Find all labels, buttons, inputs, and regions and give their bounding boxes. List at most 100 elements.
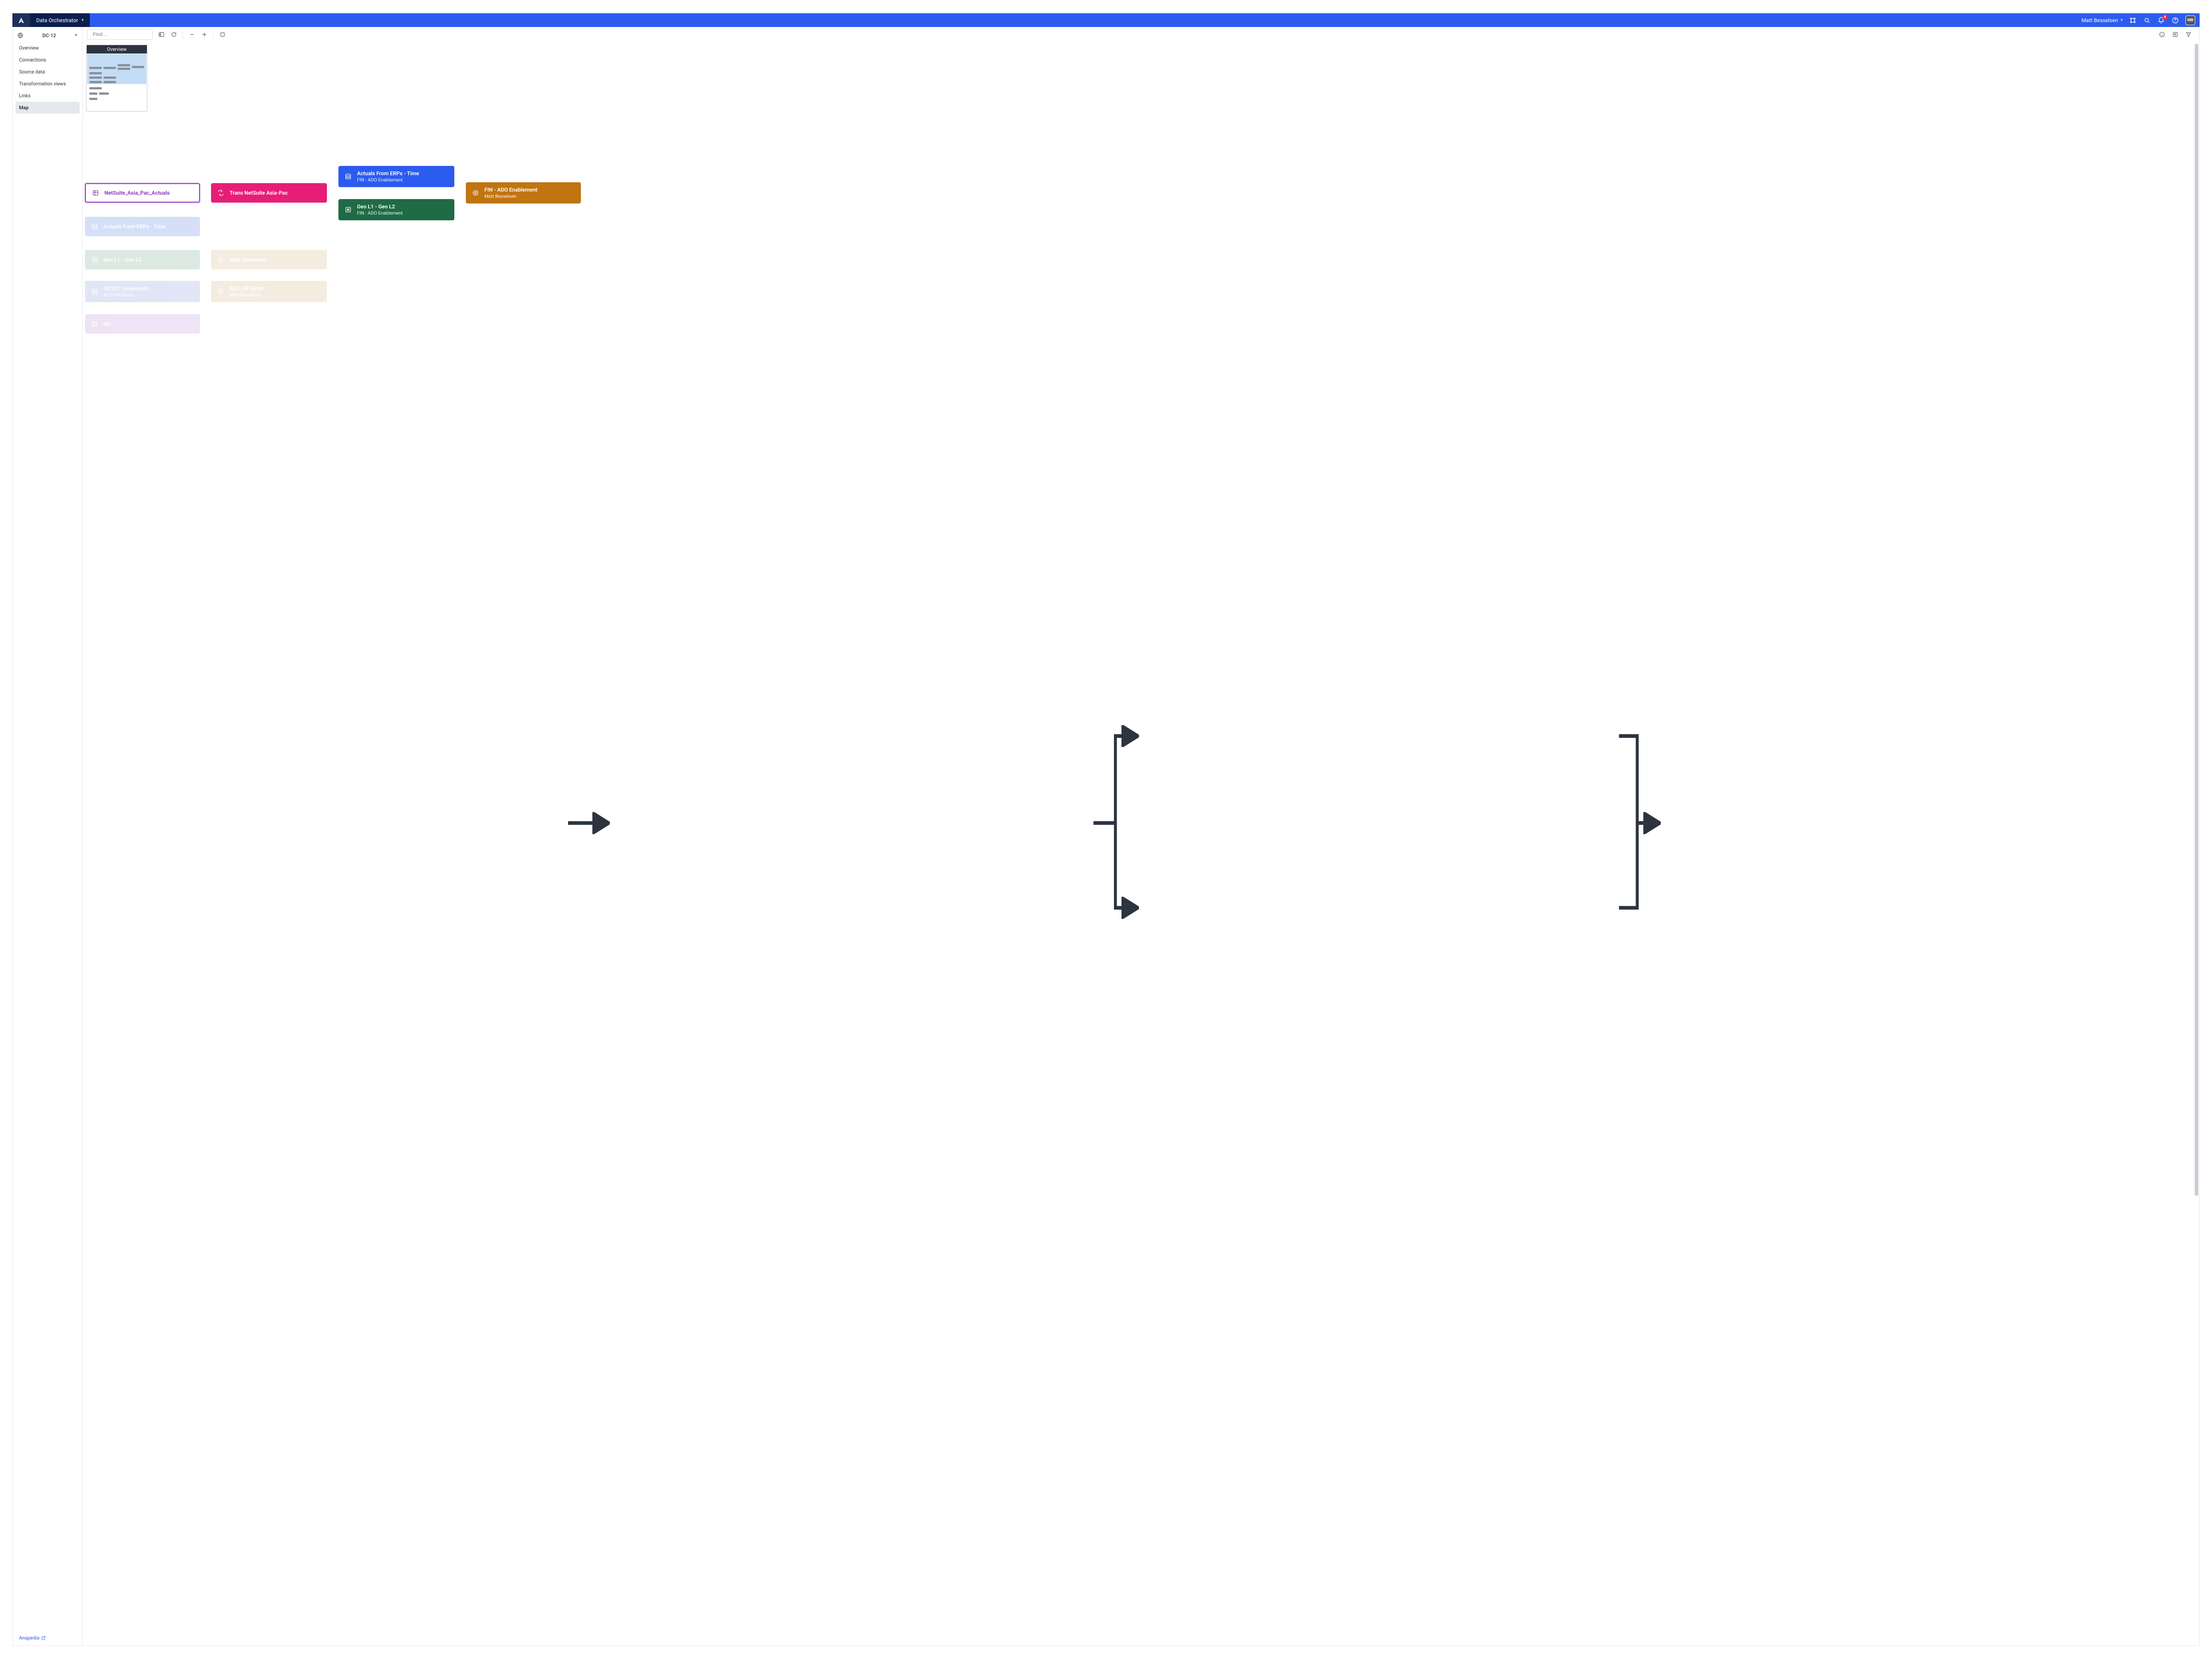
- node-title: ADO HR Model: [230, 285, 265, 292]
- sidebar-item-overview[interactable]: Overview: [15, 42, 80, 54]
- model-icon: [216, 287, 225, 296]
- notifications-button[interactable]: 4: [2157, 16, 2165, 24]
- node-source-netsuite[interactable]: NetSuite_Asia_Pac_Actuals: [85, 183, 200, 203]
- main: DC-12 ▾ Overview Connections Source data…: [12, 27, 2200, 1646]
- node-link-actuals[interactable]: Actuals From ERPs - Time FIN - ADO Enabl…: [338, 166, 454, 187]
- sidebar: DC-12 ▾ Overview Connections Source data…: [13, 27, 83, 1645]
- node-faded-user-model[interactable]: Matt Besselsen: [211, 250, 327, 269]
- logo-a-icon: [18, 17, 25, 24]
- node-subtitle: Matt Besselsen: [230, 292, 265, 298]
- model-icon: [471, 188, 480, 197]
- share-button[interactable]: [2129, 16, 2137, 24]
- zoom-out-button[interactable]: [188, 30, 196, 39]
- square-icon: [219, 31, 226, 38]
- workspace-selector[interactable]: DC-12 ▾: [15, 31, 80, 42]
- source-table-icon: [91, 188, 100, 197]
- search-icon: [2143, 17, 2151, 24]
- node-subtitle: ADO HR Model: [104, 292, 149, 298]
- sidebar-item-links[interactable]: Links: [15, 90, 80, 102]
- node-subtitle: Matt Besselsen: [484, 193, 538, 199]
- node-title: Geo L1 - Geo L2: [104, 257, 142, 263]
- legend-button[interactable]: [2171, 30, 2180, 39]
- avatar[interactable]: MB: [2185, 15, 2195, 25]
- info-button[interactable]: [2158, 30, 2166, 39]
- canvas[interactable]: Overview: [83, 42, 2199, 1645]
- toggle-minimap-button[interactable]: [157, 30, 166, 39]
- sidebar-item-label: Connections: [19, 57, 46, 63]
- minus-icon: [189, 31, 195, 38]
- help-link-label: Anapedia: [19, 1635, 39, 1641]
- refresh-button[interactable]: [169, 30, 178, 39]
- list-icon: [2172, 31, 2178, 38]
- node-title: dst: [104, 321, 111, 327]
- link-table-icon: [90, 222, 99, 231]
- refresh-icon: [171, 31, 177, 38]
- node-link-geo[interactable]: Geo L1 - Geo L2 FIN - ADO Enablement: [338, 199, 454, 220]
- node-title: FIN - ADO Enablement: [484, 187, 538, 193]
- node-title: Matt Besselsen: [230, 257, 266, 263]
- sidebar-item-connections[interactable]: Connections: [15, 54, 80, 66]
- source-table-icon: [90, 319, 99, 328]
- sidebar-item-label: Links: [19, 93, 31, 99]
- brand-logo[interactable]: [12, 13, 30, 27]
- help-icon: [2172, 17, 2179, 24]
- plus-icon: [201, 31, 207, 38]
- user-name: Matt Besselsen: [2081, 17, 2118, 23]
- user-menu[interactable]: Matt Besselsen ▾: [2081, 17, 2123, 23]
- toolbar-separator: [213, 31, 214, 38]
- filter-button[interactable]: [2184, 30, 2193, 39]
- link-table-icon: [344, 172, 353, 181]
- node-faded-headcount[interactable]: OUT01: Headcount ADO HR Model: [85, 281, 200, 302]
- link-list-icon: [90, 255, 99, 264]
- canvas-panel: ×: [83, 27, 2199, 1645]
- app-name: Data Orchestrator: [36, 17, 78, 23]
- top-bar: Data Orchestrator ▾ Matt Besselsen ▾ 4 M…: [12, 13, 2200, 27]
- node-title: Geo L1 - Geo L2: [357, 204, 403, 210]
- node-title: OUT01: Headcount: [104, 285, 149, 292]
- sidebar-item-label: Overview: [19, 45, 39, 51]
- scrollbar-thumb[interactable]: [2195, 44, 2198, 1196]
- node-subtitle: FIN - ADO Enablement: [357, 177, 419, 183]
- sidebar-item-label: Transformation views: [19, 81, 66, 87]
- sidebar-item-label: Source data: [19, 69, 45, 75]
- zoom-in-button[interactable]: [200, 30, 209, 39]
- help-button[interactable]: [2171, 16, 2179, 24]
- avatar-initials: MB: [2187, 18, 2193, 23]
- info-icon: [2159, 31, 2165, 38]
- model-icon: [216, 255, 225, 264]
- node-transform-netsuite[interactable]: Trans NetSuite Asia-Pac: [211, 183, 327, 203]
- link-list-icon: [344, 205, 353, 214]
- flow-arrows: [83, 42, 2199, 1645]
- find-box[interactable]: ×: [87, 29, 153, 40]
- node-faded-hr-model[interactable]: ADO HR Model Matt Besselsen: [211, 281, 327, 302]
- help-link-anapedia[interactable]: Anapedia: [15, 1632, 80, 1642]
- chevron-down-icon: ▾: [75, 33, 77, 38]
- transform-icon: [216, 188, 225, 197]
- node-faded-geo[interactable]: Geo L1 - Geo L2: [85, 250, 200, 269]
- panel-icon: [158, 31, 165, 38]
- share-icon: [2129, 17, 2136, 24]
- node-faded-dst[interactable]: dst: [85, 314, 200, 334]
- link-table-icon: [90, 287, 99, 296]
- chevron-down-icon: ▾: [82, 18, 84, 23]
- canvas-toolbar: ×: [83, 27, 2199, 42]
- node-title: Actuals From ERPs - Time: [104, 223, 165, 230]
- node-title: NetSuite_Asia_Pac_Actuals: [104, 190, 169, 196]
- search-button[interactable]: [2143, 16, 2151, 24]
- node-model-fin[interactable]: FIN - ADO Enablement Matt Besselsen: [466, 182, 581, 204]
- sidebar-item-source-data[interactable]: Source data: [15, 66, 80, 78]
- notification-badge: 4: [2162, 15, 2167, 19]
- sidebar-item-transformation-views[interactable]: Transformation views: [15, 78, 80, 90]
- workspace-name: DC-12: [27, 33, 71, 38]
- vertical-scrollbar[interactable]: [2195, 44, 2198, 1644]
- node-faded-actuals[interactable]: Actuals From ERPs - Time: [85, 217, 200, 236]
- app-switcher[interactable]: Data Orchestrator ▾: [30, 13, 90, 27]
- node-title: Actuals From ERPs - Time: [357, 170, 419, 177]
- sidebar-item-map[interactable]: Map: [15, 102, 80, 114]
- filter-icon: [2185, 31, 2192, 38]
- node-title: Trans NetSuite Asia-Pac: [230, 190, 288, 196]
- find-input[interactable]: [93, 32, 156, 37]
- node-subtitle: FIN - ADO Enablement: [357, 210, 403, 216]
- external-link-icon: [41, 1636, 46, 1640]
- fit-screen-button[interactable]: [218, 30, 227, 39]
